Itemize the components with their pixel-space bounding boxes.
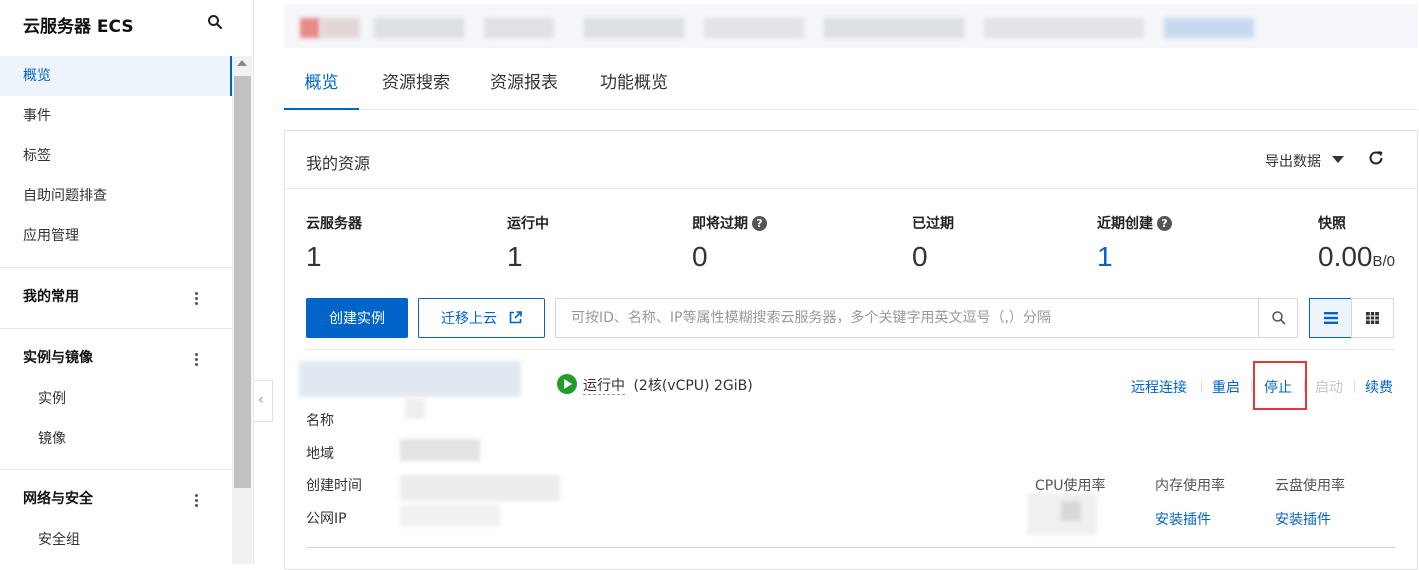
stat-servers[interactable]: 云服务器 1 bbox=[306, 213, 362, 273]
tab-feature-overview[interactable]: 功能概览 bbox=[594, 64, 674, 110]
stat-value: 0 bbox=[692, 241, 708, 272]
migrate-to-cloud-button[interactable]: 迁移上云 bbox=[418, 298, 545, 338]
stat-unit: B/0 bbox=[1372, 253, 1396, 270]
instance-status: 运行中 (2核(vCPU) 2GiB) bbox=[557, 374, 753, 395]
instance-spec: (2核(vCPU) 2GiB) bbox=[633, 378, 753, 394]
field-label-created: 创建时间 bbox=[306, 478, 362, 494]
field-label-public-ip: 公网IP bbox=[306, 511, 347, 527]
public-ip-redacted bbox=[400, 505, 500, 527]
search-icon bbox=[1272, 311, 1286, 325]
field-label-region: 地域 bbox=[306, 446, 334, 462]
list-view-button[interactable] bbox=[1309, 298, 1352, 338]
sidebar-section-label: 网络与安全 bbox=[23, 491, 93, 507]
tab-resource-report[interactable]: 资源报表 bbox=[484, 64, 564, 110]
help-icon[interactable]: ? bbox=[752, 216, 767, 231]
create-instance-button[interactable]: 创建实例 bbox=[306, 298, 408, 338]
sidebar-title: 云服务器 ECS bbox=[23, 17, 134, 37]
separator bbox=[1251, 380, 1252, 393]
migrate-label: 迁移上云 bbox=[441, 310, 498, 326]
refresh-icon[interactable] bbox=[1367, 149, 1385, 167]
sidebar-item-images[interactable]: 镜像 bbox=[0, 419, 232, 459]
more-icon[interactable] bbox=[195, 292, 201, 308]
more-icon[interactable] bbox=[195, 494, 201, 510]
sidebar-section-label: 实例与镜像 bbox=[23, 350, 93, 366]
grid-icon bbox=[1366, 312, 1379, 324]
stat-value: 0 bbox=[912, 241, 928, 272]
help-icon[interactable]: ? bbox=[1157, 216, 1172, 231]
sidebar-item-app-management[interactable]: 应用管理 bbox=[0, 216, 232, 256]
caret-down-icon[interactable] bbox=[1332, 156, 1344, 163]
restart-link[interactable]: 重启 bbox=[1212, 377, 1240, 397]
install-plugin-memory-link[interactable]: 安装插件 bbox=[1155, 509, 1211, 529]
divider bbox=[306, 547, 1395, 548]
separator bbox=[1201, 380, 1202, 393]
stat-label: 云服务器 bbox=[306, 216, 362, 232]
main-tabs: 概览 资源搜索 资源报表 功能概览 bbox=[284, 64, 1418, 110]
cpu-usage-label: CPU使用率 bbox=[1035, 478, 1106, 494]
sidebar-nav: 云服务器 ECS 概览 事件 标签 自助问题排查 应用管理 我的常用 实例与镜像… bbox=[0, 0, 232, 564]
stat-expired[interactable]: 已过期 0 bbox=[912, 213, 954, 273]
highlight-box bbox=[1253, 361, 1307, 410]
grid-view-button[interactable] bbox=[1351, 298, 1394, 338]
status-text[interactable]: 运行中 bbox=[583, 378, 625, 395]
search-input[interactable] bbox=[556, 299, 1257, 337]
export-data-button[interactable]: 导出数据 bbox=[1265, 151, 1321, 171]
search-icon[interactable] bbox=[207, 14, 223, 30]
renew-link[interactable]: 续费 bbox=[1365, 377, 1393, 397]
card-title: 我的资源 bbox=[306, 154, 371, 173]
created-time-redacted bbox=[400, 475, 560, 501]
stat-value: 0.00 bbox=[1318, 241, 1373, 272]
sidebar-item-troubleshoot[interactable]: 自助问题排查 bbox=[0, 176, 232, 216]
sidebar-item-security-groups[interactable]: 安全组 bbox=[0, 520, 232, 560]
stat-value: 1 bbox=[507, 241, 523, 272]
my-resources-card: 我的资源 导出数据 云服务器 1 运行中 1 即将过期? 0 已过期 0 近期创… bbox=[284, 130, 1418, 570]
install-plugin-disk-link[interactable]: 安装插件 bbox=[1275, 509, 1331, 529]
external-link-icon bbox=[509, 311, 522, 324]
sidebar-item-tags[interactable]: 标签 bbox=[0, 136, 232, 176]
stat-label: 即将过期 bbox=[692, 216, 748, 232]
scroll-up-icon[interactable] bbox=[237, 60, 247, 66]
sidebar-section-label: 我的常用 bbox=[23, 289, 79, 305]
stat-label: 运行中 bbox=[507, 216, 549, 232]
tab-resource-search[interactable]: 资源搜索 bbox=[376, 64, 456, 110]
stat-expiring[interactable]: 即将过期? 0 bbox=[692, 213, 767, 273]
search-box bbox=[555, 298, 1298, 338]
sidebar-item-events[interactable]: 事件 bbox=[0, 96, 232, 136]
notice-banner bbox=[284, 4, 1418, 48]
tab-overview[interactable]: 概览 bbox=[284, 64, 359, 110]
instance-name-redacted bbox=[299, 361, 521, 397]
cpu-usage-redacted bbox=[1061, 501, 1081, 521]
scrollbar-thumb[interactable] bbox=[234, 76, 251, 488]
card-header: 我的资源 导出数据 bbox=[285, 131, 1417, 189]
list-icon bbox=[1324, 312, 1338, 324]
region-redacted bbox=[400, 439, 480, 461]
memory-usage-label: 内存使用率 bbox=[1155, 478, 1225, 494]
stat-value: 1 bbox=[1097, 241, 1113, 272]
collapse-sidebar-button[interactable]: ‹ bbox=[254, 380, 273, 422]
divider bbox=[306, 349, 1395, 350]
chevron-left-icon: ‹ bbox=[258, 392, 264, 408]
stat-recently-created[interactable]: 近期创建? 1 bbox=[1097, 213, 1172, 273]
stat-running[interactable]: 运行中 1 bbox=[507, 213, 549, 273]
separator bbox=[1354, 380, 1355, 393]
running-icon bbox=[557, 374, 577, 394]
more-icon[interactable] bbox=[195, 353, 201, 369]
remote-connect-link[interactable]: 远程连接 bbox=[1131, 377, 1187, 397]
stat-label: 快照 bbox=[1318, 216, 1346, 232]
stat-label: 已过期 bbox=[912, 216, 954, 232]
stat-snapshots[interactable]: 快照 0.00B/0 bbox=[1318, 213, 1395, 273]
stat-value: 1 bbox=[306, 241, 322, 272]
field-label-name: 名称 bbox=[306, 413, 334, 429]
disk-usage-label: 云盘使用率 bbox=[1275, 478, 1345, 494]
sidebar-item-instances[interactable]: 实例 bbox=[0, 379, 232, 419]
search-button[interactable] bbox=[1258, 299, 1298, 337]
sidebar-item-overview[interactable]: 概览 bbox=[0, 56, 232, 96]
redacted-value bbox=[405, 399, 425, 419]
start-link: 启动 bbox=[1315, 380, 1343, 396]
sidebar: 云服务器 ECS 概览 事件 标签 自助问题排查 应用管理 我的常用 实例与镜像… bbox=[0, 0, 254, 564]
stat-label: 近期创建 bbox=[1097, 216, 1153, 232]
